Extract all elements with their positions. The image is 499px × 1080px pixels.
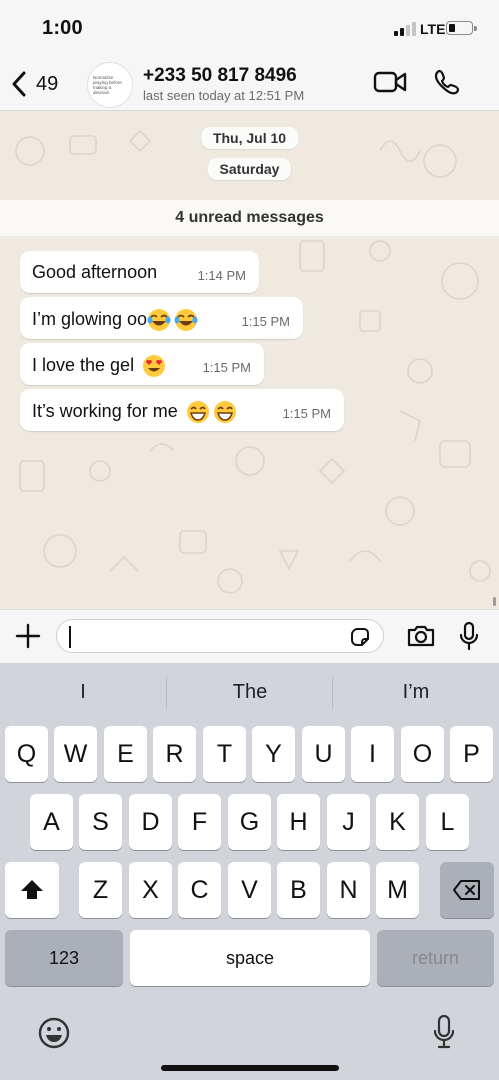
unread-chats-count: 49 <box>36 72 59 95</box>
keyboard: I The I’m Q W E R T Y U I O P A S D F G … <box>0 663 499 1080</box>
face-with-tears-of-joy-icon <box>147 309 171 331</box>
message-bubble[interactable]: I love the gel 1:15 PM <box>20 343 264 385</box>
contact-name[interactable]: +233 50 817 8496 <box>143 65 297 87</box>
message-time: 1:15 PM <box>202 360 251 375</box>
message-content: I’m glowing oo <box>32 308 198 332</box>
emoji-keyboard-button[interactable] <box>37 1016 71 1055</box>
beaming-face-icon <box>213 401 236 423</box>
key-j[interactable]: J <box>327 794 370 850</box>
shift-key[interactable] <box>5 862 59 918</box>
message-time: 1:15 PM <box>241 314 290 329</box>
date-separator: Thu, Jul 10 <box>200 127 299 149</box>
sticker-button[interactable] <box>349 626 371 653</box>
back-button[interactable]: 49 <box>10 68 58 100</box>
shift-arrow-icon <box>21 880 43 899</box>
emoji-face-icon <box>38 1017 70 1049</box>
message-input-bar <box>0 609 499 664</box>
key-z[interactable]: Z <box>79 862 122 918</box>
video-call-button[interactable] <box>373 70 407 99</box>
key-r[interactable]: R <box>153 726 196 782</box>
dictation-button[interactable] <box>432 1014 456 1055</box>
message-bubble[interactable]: I’m glowing oo 1:15 PM <box>20 297 303 339</box>
key-x[interactable]: X <box>129 862 172 918</box>
plus-icon <box>15 623 41 649</box>
message-content: I love the gel <box>32 354 166 378</box>
video-camera-icon <box>373 71 407 93</box>
predictive-bar: I The I’m <box>0 663 499 723</box>
key-n[interactable]: N <box>327 862 370 918</box>
suggestion[interactable]: The <box>167 681 333 704</box>
scroll-indicator[interactable] <box>493 597 496 606</box>
return-key[interactable]: return <box>377 930 494 986</box>
attach-button[interactable] <box>15 623 41 654</box>
key-l[interactable]: L <box>426 794 469 850</box>
chat-area[interactable]: Thu, Jul 10 Saturday 4 unread messages G… <box>0 111 499 609</box>
avatar[interactable]: Normalize praying before making a decisi… <box>87 62 133 108</box>
key-y[interactable]: Y <box>252 726 295 782</box>
signal-icon <box>394 22 416 36</box>
microphone-icon <box>459 621 479 651</box>
key-m[interactable]: M <box>376 862 419 918</box>
message-content: It’s working for me <box>32 400 237 424</box>
key-a[interactable]: A <box>30 794 73 850</box>
suggestion[interactable]: I <box>0 681 166 704</box>
key-p[interactable]: P <box>450 726 493 782</box>
key-h[interactable]: H <box>277 794 320 850</box>
date-separator: Saturday <box>207 158 292 180</box>
key-i[interactable]: I <box>351 726 394 782</box>
message-time: 1:15 PM <box>282 406 331 421</box>
key-t[interactable]: T <box>203 726 246 782</box>
key-d[interactable]: D <box>129 794 172 850</box>
dictation-mic-icon <box>433 1014 455 1049</box>
message-text: I love the gel <box>32 354 135 375</box>
message-bubble[interactable]: It’s working for me 1:15 PM <box>20 389 344 431</box>
message-text: It’s working for me <box>32 400 178 421</box>
key-q[interactable]: Q <box>5 726 48 782</box>
key-v[interactable]: V <box>228 862 271 918</box>
last-seen-status: last seen today at 12:51 PM <box>143 88 305 103</box>
voice-call-button[interactable] <box>433 68 461 101</box>
status-bar: 1:00 LTE <box>0 0 499 58</box>
text-caret <box>69 626 71 648</box>
message-bubble[interactable]: Good afternoon 1:14 PM <box>20 251 259 293</box>
chat-header: 49 Normalize praying before making a dec… <box>0 58 499 111</box>
beaming-face-icon <box>186 401 209 423</box>
key-e[interactable]: E <box>104 726 147 782</box>
face-with-tears-of-joy-icon <box>174 309 198 331</box>
key-c[interactable]: C <box>178 862 221 918</box>
smiling-face-with-heart-eyes-icon <box>143 355 166 377</box>
numbers-key[interactable]: 123 <box>5 930 123 986</box>
key-w[interactable]: W <box>54 726 97 782</box>
battery-icon <box>446 21 477 35</box>
delete-key[interactable] <box>440 862 494 918</box>
avatar-text: Normalize praying before making a decisi… <box>93 75 122 95</box>
backspace-icon <box>453 880 480 900</box>
message-text: Good afternoon <box>32 262 158 282</box>
chevron-left-icon <box>12 71 26 97</box>
key-s[interactable]: S <box>79 794 122 850</box>
camera-button[interactable] <box>406 624 436 653</box>
space-key[interactable]: space <box>130 930 370 986</box>
key-f[interactable]: F <box>178 794 221 850</box>
unread-banner: 4 unread messages <box>0 200 499 236</box>
message-time: 1:14 PM <box>197 268 246 283</box>
status-time: 1:00 <box>42 17 83 39</box>
phone-icon <box>434 69 460 95</box>
key-o[interactable]: O <box>401 726 444 782</box>
key-k[interactable]: K <box>376 794 419 850</box>
message-text: I’m glowing oo <box>32 308 148 329</box>
network-label: LTE <box>420 21 446 37</box>
key-b[interactable]: B <box>277 862 320 918</box>
message-input[interactable] <box>56 619 384 653</box>
sticker-icon <box>351 628 369 646</box>
key-g[interactable]: G <box>228 794 271 850</box>
home-indicator[interactable] <box>161 1065 339 1071</box>
suggestion[interactable]: I’m <box>333 681 499 704</box>
voice-message-button[interactable] <box>459 621 479 656</box>
key-u[interactable]: U <box>302 726 345 782</box>
camera-icon <box>407 625 435 647</box>
